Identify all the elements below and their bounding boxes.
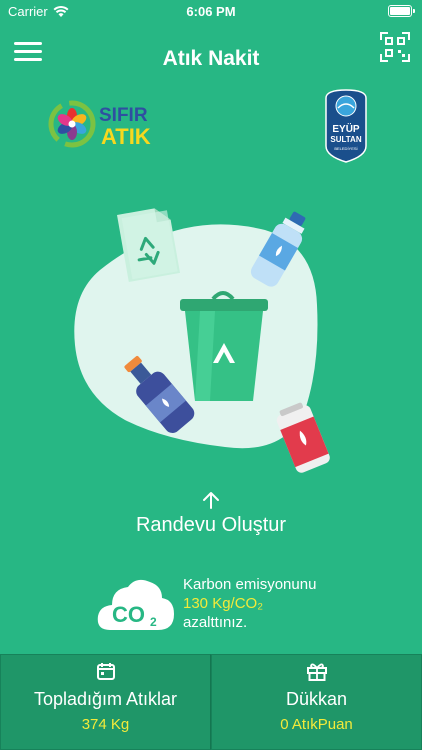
- logo-right-line1: EYÜP: [332, 122, 360, 135]
- sifir-atik-logo: SIFIR ATIK: [46, 96, 166, 152]
- battery-icon: [388, 5, 415, 17]
- status-time: 6:06 PM: [186, 4, 236, 19]
- logo-left-line1: SIFIR: [99, 105, 148, 126]
- carbon-line1: Karbon emisyonunu: [183, 576, 317, 593]
- eyup-sultan-logo: EYÜP SULTAN BELEDİYESİ: [322, 88, 370, 164]
- collected-waste-button[interactable]: Topladığım Atıklar 374 Kg: [0, 654, 211, 750]
- nav-bar: Atık Nakit: [0, 30, 422, 86]
- arrow-up-icon: [203, 492, 219, 509]
- recycling-illustration: [55, 195, 375, 495]
- carbon-line3: azalttınız.: [183, 614, 248, 631]
- shop-value: 0 AtıkPuan: [280, 716, 353, 733]
- calendar-icon: [96, 663, 115, 680]
- logo-left-line2: ATIK: [101, 124, 151, 149]
- gift-icon: [306, 663, 327, 681]
- qr-scan-icon[interactable]: [380, 32, 410, 62]
- bottom-bar: Topladığım Atıklar 374 Kg Dükkan 0 AtıkP…: [0, 654, 422, 750]
- shop-title: Dükkan: [285, 689, 348, 709]
- create-appointment-label: Randevu Oluştur: [135, 514, 287, 536]
- shop-button[interactable]: Dükkan 0 AtıkPuan: [211, 654, 422, 750]
- carbon-info: CO 2 Karbon emisyonunu 130 Kg/CO₂ azaltt…: [96, 572, 356, 636]
- carbon-value: 130 Kg/CO₂: [183, 595, 264, 612]
- status-bar: Carrier 6:06 PM: [0, 0, 422, 22]
- create-appointment-button[interactable]: Randevu Oluştur: [0, 490, 422, 537]
- co2-icon-label: CO: [112, 602, 145, 627]
- co2-cloud-icon: CO 2: [97, 579, 174, 630]
- collected-waste-title: Topladığım Atıklar: [33, 689, 178, 709]
- collected-waste-value: 374 Kg: [81, 716, 130, 733]
- logo-right-line3: BELEDİYESİ: [334, 146, 357, 151]
- co2-icon-sub: 2: [150, 615, 157, 629]
- logo-right-line2: SULTAN: [330, 135, 361, 144]
- page-title: Atık Nakit: [162, 47, 260, 70]
- carbon-text: Karbon emisyonunu 130 Kg/CO₂ azalttınız.: [183, 575, 316, 632]
